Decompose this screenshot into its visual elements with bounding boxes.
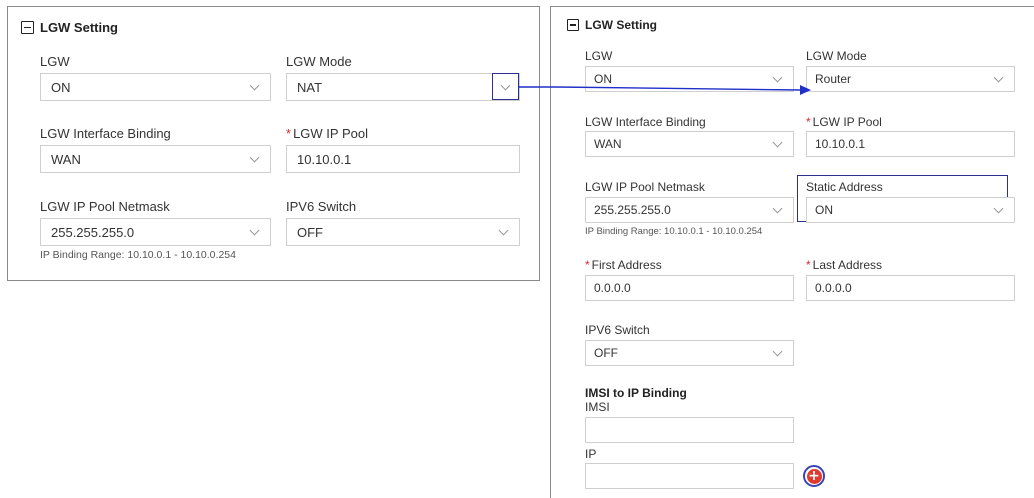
last-address-label: * Last Address [806, 258, 882, 272]
lgw-value: ON [594, 72, 612, 86]
netmask-value: 255.255.255.0 [594, 203, 671, 217]
ip-pool-value: 10.10.0.1 [815, 137, 866, 151]
required-marker: * [806, 258, 811, 272]
lgw-mode-label: LGW Mode [806, 49, 867, 63]
lgw-select[interactable]: ON [40, 73, 271, 101]
binding-range-hint: IP Binding Range: 10.10.0.1 - 10.10.0.25… [40, 249, 236, 261]
lgw-setting-panel-before: LGW Setting LGW ON LGW Mode NAT LGW Inte… [7, 6, 540, 281]
interface-binding-select[interactable]: WAN [585, 131, 794, 157]
netmask-label: LGW IP Pool Netmask [585, 180, 705, 194]
last-address-label-text: Last Address [812, 258, 883, 272]
first-address-label: * First Address [585, 258, 662, 272]
chevron-down-icon [249, 225, 260, 236]
chevron-down-icon [249, 152, 260, 163]
first-address-input[interactable]: 0.0.0.0 [585, 275, 794, 301]
interface-binding-value: WAN [594, 137, 622, 151]
chevron-down-icon [993, 72, 1004, 83]
netmask-select[interactable]: 255.255.255.0 [585, 197, 794, 223]
section-title: LGW Setting [585, 18, 657, 32]
ip-pool-label-text: LGW IP Pool [812, 115, 882, 129]
binding-range-hint: IP Binding Range: 10.10.0.1 - 10.10.0.25… [585, 226, 763, 237]
imsi-label: IMSI [585, 400, 610, 414]
last-address-value: 0.0.0.0 [815, 281, 852, 295]
chevron-down-icon [249, 80, 260, 91]
ip-pool-input[interactable]: 10.10.0.1 [806, 131, 1015, 157]
netmask-select[interactable]: 255.255.255.0 [40, 218, 271, 246]
collapse-icon[interactable] [567, 19, 579, 31]
ip-pool-label-text: LGW IP Pool [293, 126, 368, 141]
ipv6-switch-value: OFF [594, 346, 618, 360]
lgw-mode-value: Router [815, 72, 852, 86]
add-binding-button[interactable]: + [803, 465, 825, 487]
chevron-down-icon [993, 203, 1004, 214]
lgw-mode-select[interactable]: Router [806, 66, 1015, 92]
interface-binding-label: LGW Interface Binding [40, 126, 171, 141]
required-marker: * [806, 115, 811, 129]
section-title: LGW Setting [40, 20, 118, 35]
lgw-select[interactable]: ON [585, 66, 794, 92]
static-address-value: ON [815, 203, 833, 217]
lgw-setting-panel-after: LGW Setting LGW ON LGW Mode Router LGW I… [550, 6, 1034, 498]
imsi-input[interactable] [585, 417, 794, 443]
chevron-down-icon [772, 72, 783, 83]
netmask-value: 255.255.255.0 [51, 224, 135, 240]
static-address-select[interactable]: ON [806, 197, 1015, 223]
ipv6-switch-select[interactable]: OFF [585, 340, 794, 366]
ipv6-switch-label: IPV6 Switch [286, 199, 357, 214]
ip-label: IP [585, 447, 597, 461]
add-icon: + [806, 467, 822, 484]
first-address-value: 0.0.0.0 [594, 281, 631, 295]
required-marker: * [286, 126, 292, 141]
required-marker: * [585, 258, 590, 272]
chevron-down-icon [772, 137, 783, 148]
interface-binding-label: LGW Interface Binding [585, 115, 706, 129]
collapse-icon[interactable] [21, 21, 34, 34]
ip-input[interactable] [585, 463, 794, 489]
imsi-binding-title: IMSI to IP Binding [585, 386, 687, 400]
static-address-label: Static Address [806, 180, 883, 194]
ipv6-switch-select[interactable]: OFF [286, 218, 520, 246]
interface-binding-select[interactable]: WAN [40, 145, 271, 173]
ip-pool-label: * LGW IP Pool [286, 126, 368, 141]
chevron-down-icon [772, 346, 783, 357]
ip-pool-input[interactable]: 10.10.0.1 [286, 145, 520, 173]
ipv6-switch-label: IPV6 Switch [585, 323, 650, 337]
section-header[interactable]: LGW Setting [567, 18, 657, 32]
lgw-mode-select[interactable]: NAT [286, 73, 520, 101]
lgw-mode-value: NAT [297, 79, 323, 95]
interface-binding-value: WAN [51, 151, 81, 167]
section-header[interactable]: LGW Setting [21, 20, 118, 35]
ipv6-switch-value: OFF [297, 224, 323, 240]
lgw-mode-dropdown-toggle[interactable] [492, 73, 519, 100]
netmask-label: LGW IP Pool Netmask [40, 199, 170, 214]
last-address-input[interactable]: 0.0.0.0 [806, 275, 1015, 301]
lgw-mode-label: LGW Mode [286, 54, 352, 69]
lgw-label: LGW [585, 49, 613, 63]
chevron-down-icon [772, 203, 783, 214]
chevron-down-icon [498, 225, 509, 236]
lgw-value: ON [51, 79, 71, 95]
ip-pool-value: 10.10.0.1 [297, 151, 352, 167]
lgw-label: LGW [40, 54, 70, 69]
chevron-down-icon [500, 80, 511, 90]
first-address-label-text: First Address [591, 258, 662, 272]
ip-pool-label: * LGW IP Pool [806, 115, 882, 129]
